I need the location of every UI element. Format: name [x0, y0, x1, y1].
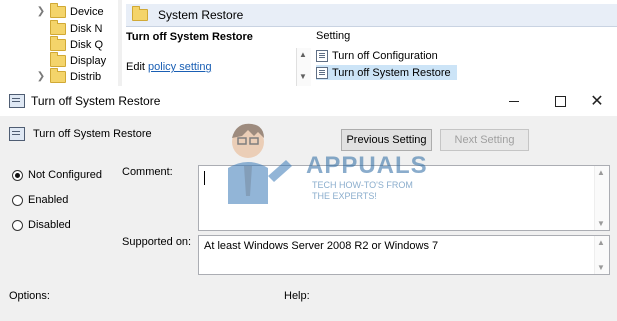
list-item-label: Turn off System Restore — [332, 66, 451, 79]
radio-indicator[interactable] — [12, 194, 23, 206]
supported-on-label: Supported on: — [122, 236, 192, 248]
radio-label: Not Configured — [28, 169, 102, 181]
next-setting-button[interactable]: Next Setting — [440, 129, 529, 151]
tree-item-label: Display — [70, 54, 107, 67]
close-icon: ✕ — [590, 93, 604, 110]
supported-on-value: At least Windows Server 2008 R2 or Windo… — [204, 240, 439, 252]
policy-icon — [316, 66, 328, 79]
scroll-up-icon[interactable]: ▲ — [597, 168, 605, 177]
edit-prefix: Edit — [126, 61, 149, 73]
policy-app-icon — [9, 94, 25, 108]
minimize-button[interactable] — [491, 86, 537, 116]
scroll-up-icon[interactable]: ▲ — [597, 238, 605, 247]
folder-icon — [50, 51, 66, 67]
supported-on-field: At least Windows Server 2008 R2 or Windo… — [198, 235, 610, 275]
scroll-up-icon[interactable]: ▲ — [299, 50, 307, 59]
folder-icon — [50, 35, 66, 51]
list-item-turn-off-system-restore[interactable]: Turn off System Restore — [316, 65, 457, 80]
tree-item-distrib[interactable]: ❯ Distrib — [36, 67, 102, 85]
folder-icon — [50, 2, 66, 18]
list-item-turn-off-configuration[interactable]: Turn off Configuration — [316, 48, 444, 63]
policy-setting-icon — [9, 127, 25, 141]
description-scrollbar[interactable]: ▲ ▼ — [296, 48, 311, 86]
tree-item-disk-q[interactable]: Disk Q — [36, 35, 103, 53]
radio-indicator[interactable] — [12, 219, 23, 231]
list-item-label: Turn off Configuration — [332, 49, 438, 62]
policy-name: Turn off System Restore — [33, 128, 152, 140]
radio-disabled[interactable]: Disabled — [12, 219, 71, 231]
chevron-right-icon[interactable]: ❯ — [36, 71, 46, 82]
tree-pane: ❯ Device Disk N Disk Q Display ❯ Distrib — [0, 0, 118, 86]
supported-scrollbar[interactable]: ▲ ▼ — [594, 236, 609, 274]
text-cursor — [204, 171, 205, 185]
folder-icon — [50, 67, 66, 83]
maximize-icon — [554, 95, 566, 107]
tree-item-label: Disk N — [70, 22, 103, 35]
comment-scrollbar[interactable]: ▲ ▼ — [594, 166, 609, 230]
tree-item-display[interactable]: Display — [36, 51, 107, 69]
tree-item-label: Device — [70, 5, 104, 18]
radio-enabled[interactable]: Enabled — [12, 194, 68, 206]
tree-item-device[interactable]: ❯ Device — [36, 2, 104, 20]
scroll-down-icon[interactable]: ▼ — [597, 219, 605, 228]
folder-icon — [132, 6, 148, 21]
column-header-setting[interactable]: Setting — [316, 30, 350, 42]
pane-header-title: System Restore — [158, 8, 244, 22]
radio-not-configured[interactable]: Not Configured — [12, 169, 102, 181]
policy-icon — [316, 49, 328, 62]
edit-policy-line: Edit policy setting — [126, 61, 212, 73]
scroll-down-icon[interactable]: ▼ — [299, 72, 307, 81]
pane-header: System Restore — [126, 4, 617, 27]
radio-label: Disabled — [28, 219, 71, 231]
options-label: Options: — [9, 290, 50, 302]
folder-icon — [50, 19, 66, 35]
previous-setting-button[interactable]: Previous Setting — [341, 129, 432, 151]
scroll-down-icon[interactable]: ▼ — [597, 263, 605, 272]
radio-label: Enabled — [28, 194, 69, 206]
policy-name-row: Turn off System Restore — [9, 127, 152, 141]
comment-label: Comment: — [122, 166, 173, 178]
minimize-icon — [509, 100, 519, 102]
chevron-right-icon[interactable]: ❯ — [36, 6, 46, 17]
comment-field[interactable]: ▲ ▼ — [198, 165, 610, 231]
tree-item-disk-n[interactable]: Disk N — [36, 19, 103, 37]
radio-indicator[interactable] — [12, 169, 23, 181]
policy-setting-link[interactable]: policy setting — [148, 61, 212, 73]
tree-item-label: Distrib — [70, 70, 102, 83]
tree-item-label: Disk Q — [70, 38, 103, 51]
close-button[interactable]: ✕ — [574, 86, 617, 116]
help-label: Help: — [284, 290, 310, 302]
policy-title: Turn off System Restore — [126, 31, 253, 43]
dialog-title: Turn off System Restore — [31, 94, 161, 108]
